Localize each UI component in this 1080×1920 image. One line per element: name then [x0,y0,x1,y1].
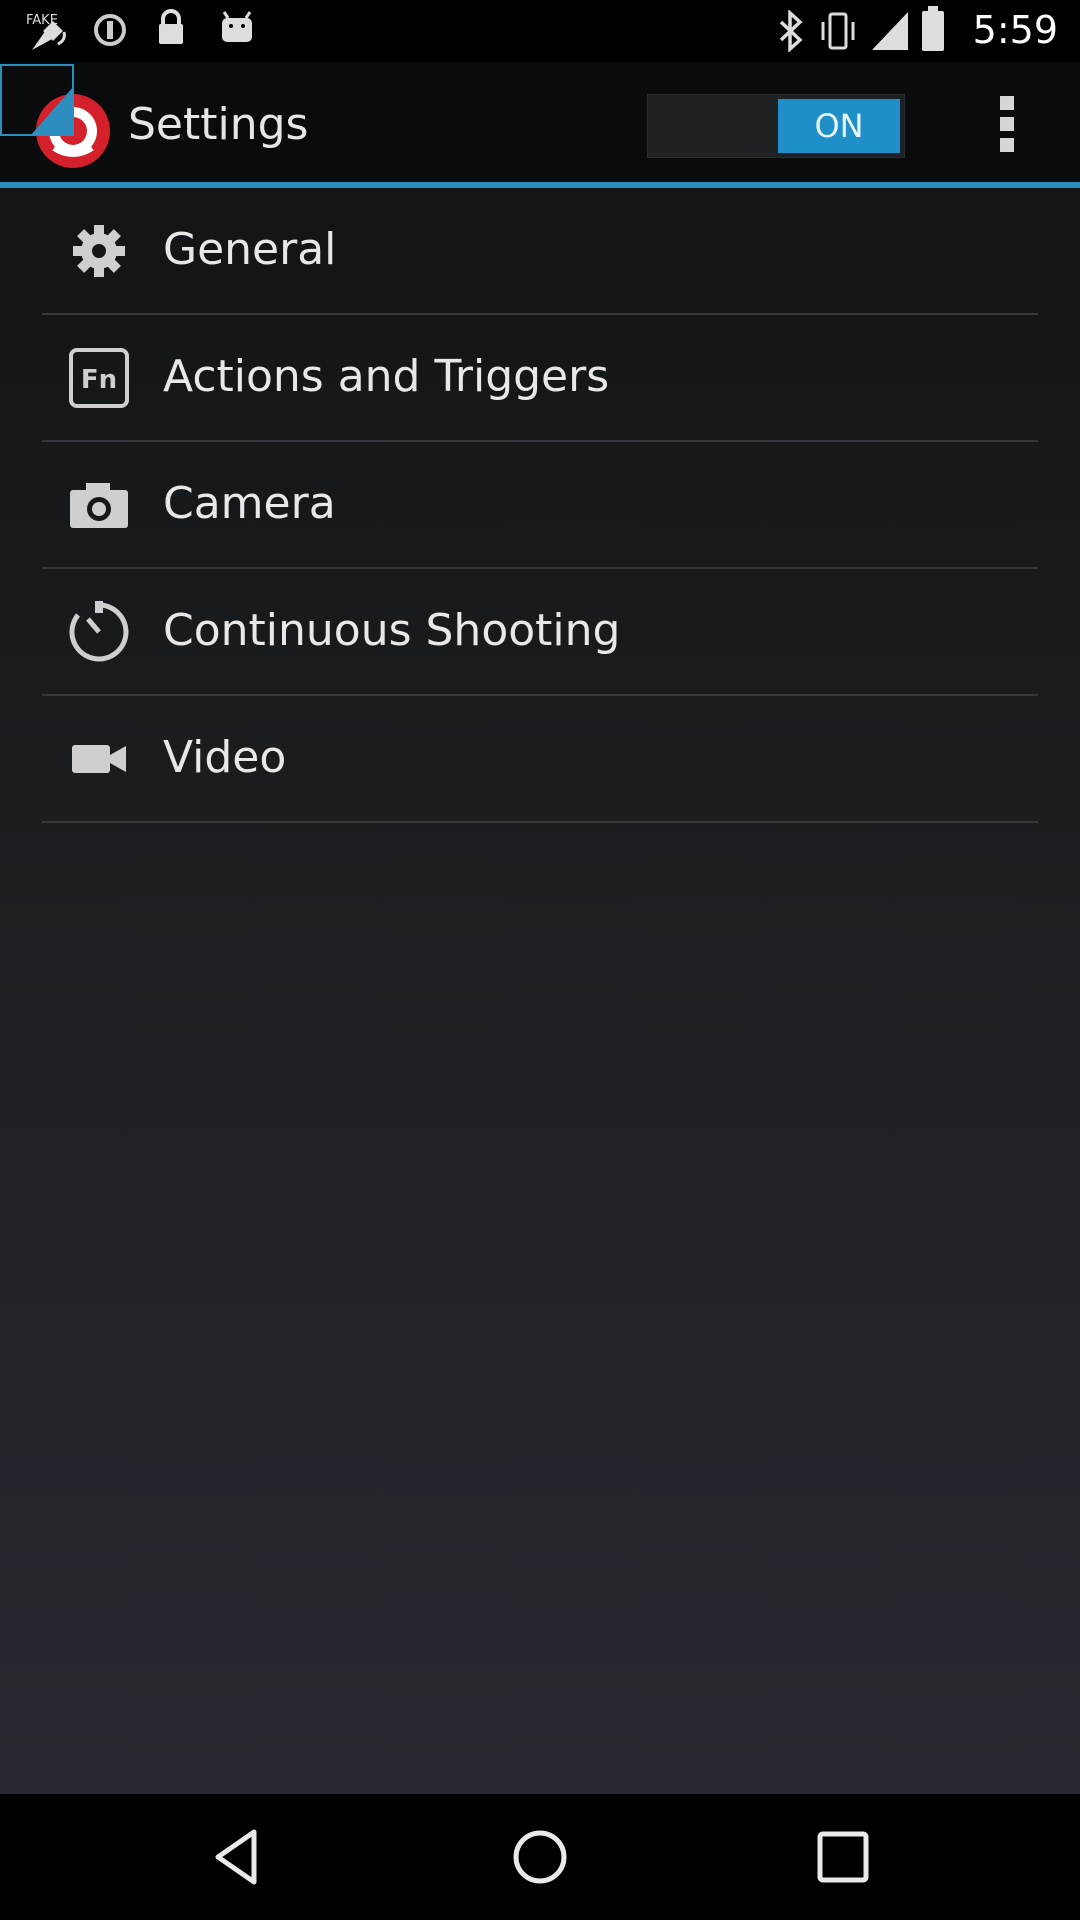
navigation-bar [0,1794,1080,1920]
bluetooth-icon [779,10,803,52]
timer-icon [66,599,132,665]
settings-item-label: Camera [163,478,336,529]
toggle-label: ON [778,99,900,153]
home-up-button[interactable] [0,64,74,136]
data-saver-icon [94,14,126,46]
overflow-menu-button[interactable] [990,96,1024,156]
up-triangle-icon [30,86,74,136]
settings-item-label: Video [163,732,287,783]
settings-item-continuous-shooting[interactable]: Continuous Shooting [42,569,1038,696]
settings-item-actions-triggers[interactable]: Fn Actions and Triggers [42,315,1038,442]
recents-icon[interactable] [810,1824,876,1890]
settings-list: General Fn Actions and Triggers Camera C… [0,188,1080,1794]
android-icon [222,11,252,42]
vibrate-icon [821,12,855,50]
master-toggle[interactable]: ON [647,94,905,158]
signal-icon [872,12,908,50]
camera-icon [66,472,132,538]
settings-item-camera[interactable]: Camera [42,442,1038,569]
fn-key-icon: Fn [66,345,132,411]
overflow-dot [1000,96,1014,110]
page-title: Settings [128,99,309,150]
overflow-dot [1000,117,1014,131]
status-bar: FAKE 5:59 [0,0,1080,62]
settings-item-label: Continuous Shooting [163,605,621,656]
lock-icon [159,9,183,44]
settings-item-general[interactable]: General [42,188,1038,315]
settings-item-video[interactable]: Video [42,696,1038,823]
home-icon[interactable] [507,1824,573,1890]
battery-icon [922,6,944,51]
overflow-dot [1000,138,1014,152]
settings-item-label: General [163,224,337,275]
gear-icon [66,218,132,284]
video-camera-icon [66,726,132,792]
svg-text:Fn: Fn [81,365,117,395]
settings-item-label: Actions and Triggers [163,351,610,402]
clock: 5:59 [972,8,1058,52]
back-icon[interactable] [204,1824,270,1890]
fake-gps-icon: FAKE [26,13,66,50]
